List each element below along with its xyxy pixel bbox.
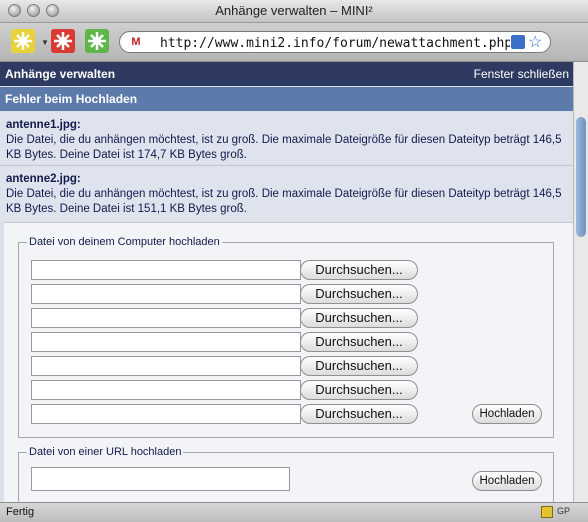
close-window-link[interactable]: Fenster schließen [474, 67, 569, 81]
url-input[interactable] [160, 34, 510, 52]
error-item: antenne2.jpg: Die Datei, die du anhängen… [0, 165, 573, 221]
browse-button[interactable]: Durchsuchen... [300, 356, 418, 376]
site-favicon-icon: M [131, 36, 141, 48]
vertical-scrollbar[interactable] [573, 62, 588, 502]
file-input[interactable] [31, 260, 301, 280]
file-input[interactable] [31, 332, 301, 352]
window-title: Anhänge verwalten – MINI² [215, 3, 373, 18]
status-badge: GP [557, 506, 571, 516]
status-bar: Fertig GP [0, 502, 588, 522]
computer-upload-legend: Datei von deinem Computer hochladen [29, 236, 220, 248]
error-header: Fehler beim Hochladen [0, 87, 573, 111]
file-input[interactable] [31, 284, 301, 304]
address-bar[interactable]: M ☆ [119, 31, 551, 53]
status-text: Fertig [6, 506, 35, 518]
browse-button[interactable]: Durchsuchen... [300, 404, 418, 424]
browse-button[interactable]: Durchsuchen... [300, 284, 418, 304]
error-filename: antenne1.jpg: [6, 119, 81, 131]
file-input[interactable] [31, 356, 301, 376]
chevron-down-icon[interactable]: ▼ [41, 38, 49, 47]
file-input[interactable] [31, 380, 301, 400]
page-header: Anhänge verwalten Fenster schließen [0, 62, 573, 86]
bug-icon[interactable] [51, 29, 75, 53]
browse-button[interactable]: Durchsuchen... [300, 380, 418, 400]
pencil-icon[interactable] [541, 506, 553, 518]
error-filename: antenne2.jpg: [6, 173, 81, 185]
window-titlebar: Anhänge verwalten – MINI² [0, 0, 588, 23]
url-upload-legend: Datei von einer URL hochladen [29, 446, 182, 458]
error-item: antenne1.jpg: Die Datei, die du anhängen… [0, 112, 573, 164]
browse-button[interactable]: Durchsuchen... [300, 308, 418, 328]
file-input[interactable] [31, 404, 301, 424]
browser-toolbar: ▼ M ☆ [0, 23, 588, 62]
bug-icon[interactable] [85, 29, 109, 53]
url-upload-input[interactable] [31, 467, 290, 491]
browse-button[interactable]: Durchsuchen... [300, 332, 418, 352]
upload-button[interactable]: Hochladen [472, 404, 542, 424]
upload-url-button[interactable]: Hochladen [472, 471, 542, 491]
scrollbar-thumb[interactable] [576, 117, 586, 237]
error-title: Fehler beim Hochladen [5, 92, 138, 106]
bug-icon[interactable] [11, 29, 35, 53]
page-title: Anhänge verwalten [5, 67, 116, 81]
bookmark-star-icon[interactable]: ☆ [528, 32, 542, 52]
error-message: Die Datei, die du anhängen möchtest, ist… [6, 134, 562, 161]
rss-feed-icon[interactable] [511, 35, 525, 49]
file-input[interactable] [31, 308, 301, 328]
error-message: Die Datei, die du anhängen möchtest, ist… [6, 188, 562, 215]
browse-button[interactable]: Durchsuchen... [300, 260, 418, 280]
